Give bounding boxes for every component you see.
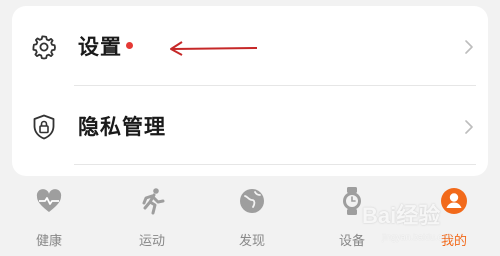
planet-icon	[240, 189, 264, 213]
divider	[74, 85, 476, 86]
privacy-management-label: 隐私管理	[78, 115, 166, 139]
heart-pulse-icon	[36, 189, 62, 212]
tab-devices[interactable]: 设备	[322, 178, 382, 256]
privacy-management-row[interactable]: 隐私管理	[12, 88, 488, 166]
running-icon	[142, 188, 165, 215]
annotation-arrow-icon	[170, 41, 258, 56]
chevron-right-icon	[465, 120, 473, 134]
gear-icon	[32, 35, 56, 60]
bottom-tab-bar: 健康 运动 发现 设备 我的	[0, 178, 500, 256]
notification-badge	[126, 42, 133, 49]
tab-me-label: 我的	[440, 234, 467, 249]
tab-devices-label: 设备	[338, 234, 365, 249]
settings-label: 设置	[78, 35, 122, 59]
tab-discover[interactable]: 发现	[222, 178, 282, 256]
tab-health[interactable]: 健康	[19, 178, 79, 256]
tab-exercise[interactable]: 运动	[122, 178, 182, 256]
profile-icon	[441, 188, 467, 214]
tab-exercise-label: 运动	[138, 234, 165, 249]
tab-health-label: 健康	[35, 234, 62, 249]
tab-discover-label: 发现	[238, 234, 265, 249]
shield-lock-icon	[33, 114, 55, 140]
divider	[74, 164, 476, 165]
tab-me[interactable]: 我的	[424, 178, 484, 256]
settings-card: 设置 隐私管理	[12, 6, 488, 176]
watch-icon	[343, 187, 361, 215]
chevron-right-icon	[465, 40, 473, 54]
